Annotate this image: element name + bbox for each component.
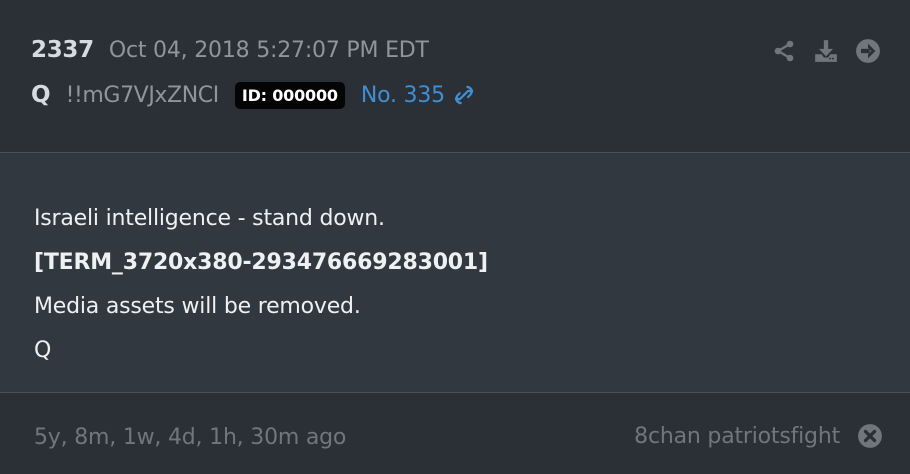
tripcode: !!mG7VJxZNCI xyxy=(65,82,220,108)
close-button[interactable] xyxy=(857,423,883,449)
share-button[interactable] xyxy=(770,37,797,64)
post-header: 2337 Oct 04, 2018 5:27:07 PM EDT Q !!mG7… xyxy=(0,0,910,153)
close-circle-icon[interactable] xyxy=(857,423,883,449)
download-button[interactable] xyxy=(812,37,839,64)
content-line-bold: [TERM_3720x380-293476669283001] xyxy=(34,250,488,275)
post-meta-row: 2337 Oct 04, 2018 5:27:07 PM EDT xyxy=(31,34,429,66)
post-source: 8chan patriotsfight xyxy=(634,423,883,449)
content-line: Israeli intelligence - stand down. xyxy=(34,206,385,231)
author-name: Q xyxy=(31,82,51,108)
post-number: 2337 xyxy=(31,37,94,63)
id-badge: ID: 000000 xyxy=(234,81,345,109)
post-actions xyxy=(755,37,881,64)
post-footer: 5y, 8m, 1w, 4d, 1h, 30m ago 8chan patrio… xyxy=(0,393,910,474)
download-icon[interactable] xyxy=(813,38,839,64)
content-signature: Q xyxy=(34,338,52,363)
post-number-link[interactable]: No. 335 xyxy=(361,82,477,108)
link-icon[interactable] xyxy=(451,82,477,108)
relative-time: 5y, 8m, 1w, 4d, 1h, 30m ago xyxy=(34,425,347,450)
source-label: 8chan patriotsfight xyxy=(634,423,840,449)
post-author-row: Q !!mG7VJxZNCI ID: 000000 No. 335 xyxy=(31,78,477,112)
post-card: 2337 Oct 04, 2018 5:27:07 PM EDT Q !!mG7… xyxy=(0,0,910,474)
post-timestamp: Oct 04, 2018 5:27:07 PM EDT xyxy=(108,37,429,63)
post-content: Israeli intelligence - stand down. [TERM… xyxy=(34,197,488,373)
post-body: Israeli intelligence - stand down. [TERM… xyxy=(0,153,910,393)
next-post-button[interactable] xyxy=(854,37,881,64)
content-line: Media assets will be removed. xyxy=(34,294,361,319)
share-icon[interactable] xyxy=(772,39,796,63)
arrow-right-circle-icon[interactable] xyxy=(855,38,881,64)
post-number-link-label[interactable]: No. 335 xyxy=(361,83,445,108)
